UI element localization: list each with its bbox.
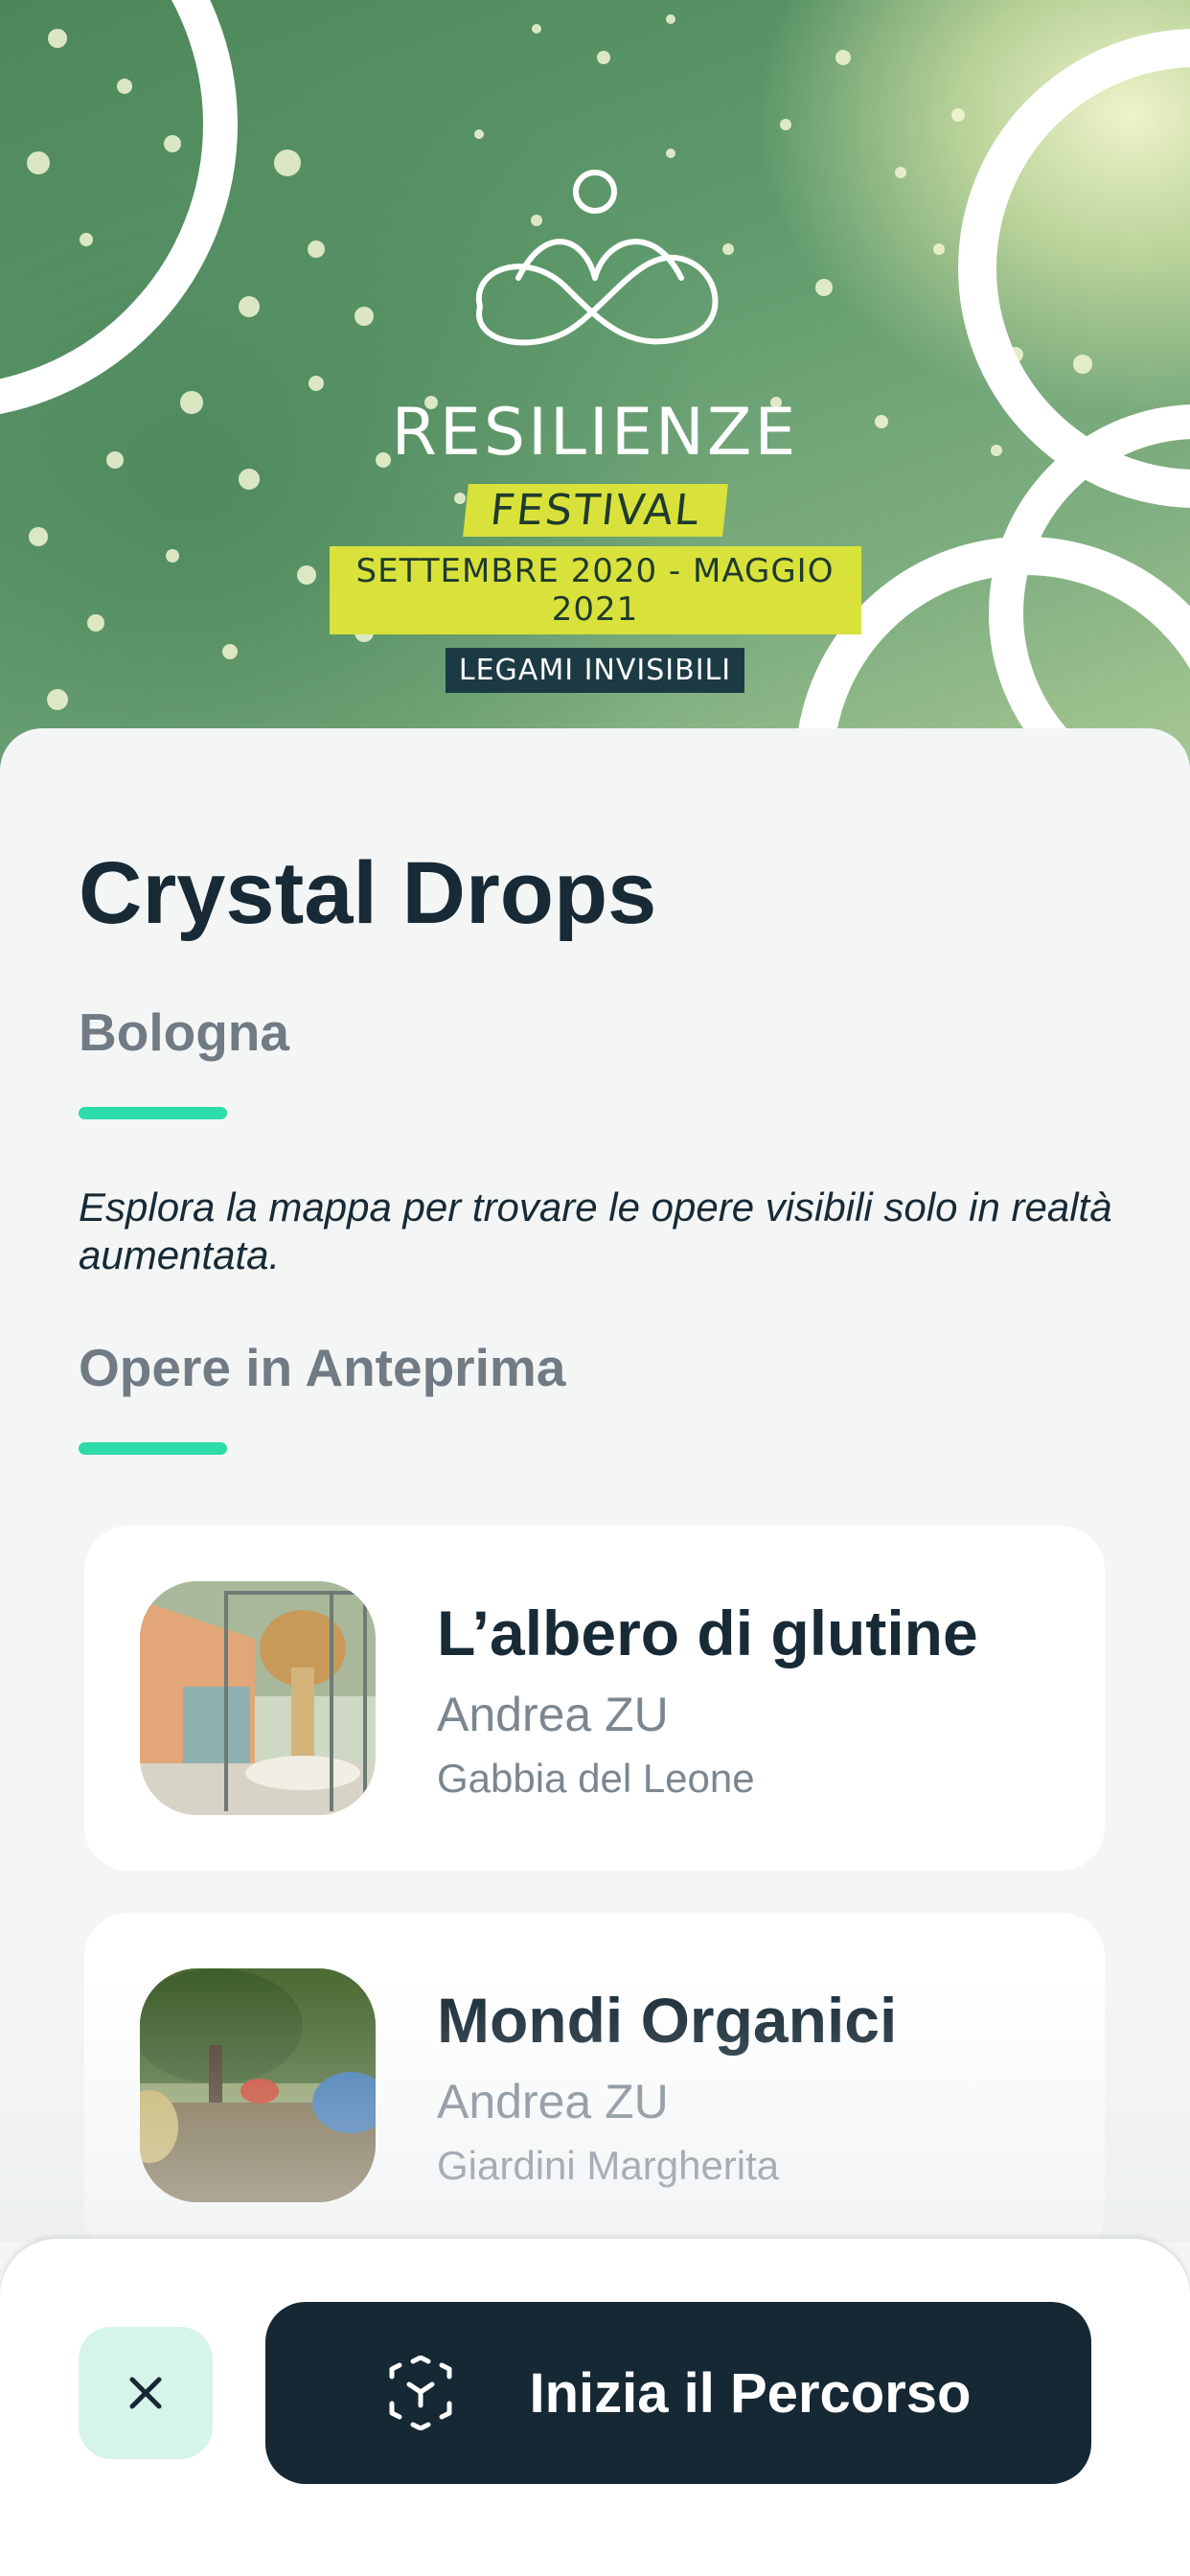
description-text: Esplora la mappa per trovare le opere vi…	[79, 1184, 1112, 1277]
ar-cube-icon	[389, 2356, 452, 2430]
work-thumbnail	[140, 1968, 376, 2202]
festival-dates: SETTEMBRE 2020 - MAGGIO 2021	[329, 546, 861, 634]
work-card[interactable]: Mondi Organici Andrea ZU Giardini Marghe…	[84, 1913, 1105, 2258]
section-title: Opere in Anteprima	[79, 1338, 566, 1397]
work-title: Mondi Organici	[437, 1985, 898, 2056]
work-title: L’albero di glutine	[437, 1598, 978, 1668]
section-underline	[79, 1442, 227, 1455]
start-route-button[interactable]: Inizia il Percorso	[265, 2302, 1091, 2484]
work-location: Giardini Margherita	[437, 2143, 780, 2188]
festival-logo: RESILIENZE FESTIVAL SETTEMBRE 2020 - MAG…	[0, 163, 1190, 693]
close-icon	[129, 2377, 162, 2409]
work-card[interactable]: L’albero di glutine Andrea ZU Gabbia del…	[84, 1526, 1105, 1871]
festival-tag: FESTIVAL	[462, 484, 728, 537]
festival-subtitle: LEGAMI INVISIBILI	[446, 648, 744, 693]
work-thumbnail	[140, 1581, 376, 1815]
city-underline	[79, 1107, 227, 1119]
bottom-action-bar: Inizia il Percorso	[0, 2239, 1190, 2576]
lotus-logo-icon	[475, 170, 719, 346]
festival-name: RESILIENZE	[391, 395, 799, 471]
start-route-label: Inizia il Percorso	[529, 2361, 972, 2425]
city-label: Bologna	[79, 1002, 289, 1062]
page-title: Crystal Drops	[79, 844, 657, 942]
close-button[interactable]	[79, 2327, 213, 2459]
work-artist: Andrea ZU	[437, 1688, 669, 1741]
work-location: Gabbia del Leone	[437, 1756, 755, 1801]
festival-banner: RESILIENZE FESTIVAL SETTEMBRE 2020 - MAG…	[0, 0, 1190, 786]
work-artist: Andrea ZU	[437, 2075, 669, 2128]
